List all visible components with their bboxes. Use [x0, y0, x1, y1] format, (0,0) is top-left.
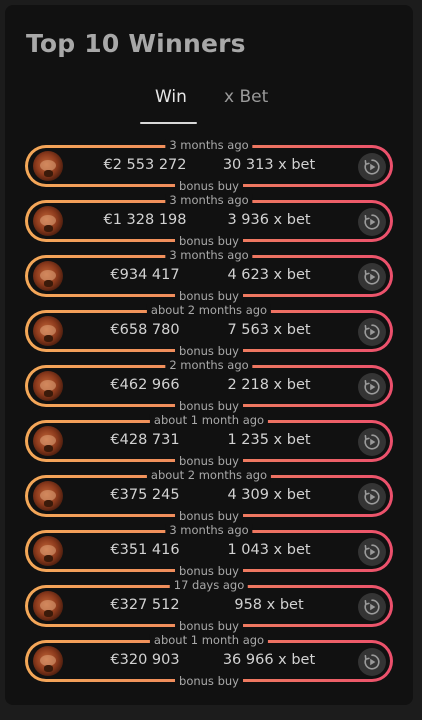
win-type-label: bonus buy: [175, 180, 243, 193]
win-type-label: bonus buy: [175, 565, 243, 578]
win-amount: €327 512: [110, 597, 180, 613]
replay-button[interactable]: [358, 263, 386, 291]
bet-multiplier: 3 936 x bet: [227, 212, 311, 228]
win-amount: €462 966: [110, 377, 180, 393]
win-amount: €1 328 198: [103, 212, 187, 228]
winner-row[interactable]: €351 416 1 043 x bet 3 months ago bonus …: [25, 524, 393, 578]
win-time: about 1 month ago: [149, 634, 269, 647]
replay-play-icon: [364, 159, 380, 175]
win-amount: €351 416: [110, 542, 180, 558]
winner-row[interactable]: €658 780 7 563 x bet about 2 months ago …: [25, 304, 393, 358]
winner-row[interactable]: €320 903 36 966 x bet about 1 month ago …: [25, 634, 393, 688]
win-time: about 2 months ago: [146, 304, 272, 317]
win-time: 17 days ago: [169, 579, 249, 592]
replay-play-icon: [364, 654, 380, 670]
win-time: 3 months ago: [165, 139, 253, 152]
winner-row[interactable]: €428 731 1 235 x bet about 1 month ago b…: [25, 414, 393, 468]
win-time: about 2 months ago: [146, 469, 272, 482]
win-amount: €428 731: [110, 432, 180, 448]
bet-multiplier: 7 563 x bet: [227, 322, 311, 338]
bet-multiplier: 4 623 x bet: [227, 267, 311, 283]
winner-row[interactable]: €462 966 2 218 x bet 2 months ago bonus …: [25, 359, 393, 413]
replay-play-icon: [364, 324, 380, 340]
game-thumbnail-icon: [33, 261, 63, 291]
win-type-label: bonus buy: [175, 675, 243, 688]
replay-button[interactable]: [358, 318, 386, 346]
replay-button[interactable]: [358, 593, 386, 621]
win-time: 3 months ago: [165, 524, 253, 537]
replay-play-icon: [364, 489, 380, 505]
win-time: 3 months ago: [165, 194, 253, 207]
top-winners-panel: Top 10 Winners Win x Bet €2 553 272 30 3…: [5, 5, 413, 705]
winner-row[interactable]: €934 417 4 623 x bet 3 months ago bonus …: [25, 249, 393, 303]
replay-button[interactable]: [358, 208, 386, 236]
game-thumbnail-icon: [33, 481, 63, 511]
win-type-label: bonus buy: [175, 400, 243, 413]
replay-button[interactable]: [358, 648, 386, 676]
game-thumbnail-icon: [33, 316, 63, 346]
game-thumbnail-icon: [33, 151, 63, 181]
win-amount: €375 245: [110, 487, 180, 503]
win-type-label: bonus buy: [175, 455, 243, 468]
win-amount: €2 553 272: [103, 157, 187, 173]
win-amount: €320 903: [110, 652, 180, 668]
bet-multiplier: 2 218 x bet: [227, 377, 311, 393]
replay-button[interactable]: [358, 483, 386, 511]
win-time: about 1 month ago: [149, 414, 269, 427]
replay-button[interactable]: [358, 153, 386, 181]
bet-multiplier: 1 235 x bet: [227, 432, 311, 448]
bet-multiplier: 30 313 x bet: [222, 157, 316, 173]
tab-win[interactable]: Win: [155, 87, 187, 107]
replay-button[interactable]: [358, 538, 386, 566]
bet-multiplier: 1 043 x bet: [227, 542, 311, 558]
panel-title: Top 10 Winners: [26, 29, 246, 58]
win-amount: €934 417: [110, 267, 180, 283]
tab-x-bet[interactable]: x Bet: [224, 87, 268, 107]
replay-button[interactable]: [358, 373, 386, 401]
replay-play-icon: [364, 269, 380, 285]
bet-multiplier: 958 x bet: [234, 597, 304, 613]
win-time: 2 months ago: [165, 359, 253, 372]
winner-row[interactable]: €327 512 958 x bet 17 days ago bonus buy: [25, 579, 393, 633]
replay-play-icon: [364, 379, 380, 395]
game-thumbnail-icon: [33, 206, 63, 236]
win-type-label: bonus buy: [175, 510, 243, 523]
game-thumbnail-icon: [33, 591, 63, 621]
replay-play-icon: [364, 599, 380, 615]
game-thumbnail-icon: [33, 536, 63, 566]
win-type-label: bonus buy: [175, 235, 243, 248]
bet-multiplier: 36 966 x bet: [222, 652, 316, 668]
win-time: 3 months ago: [165, 249, 253, 262]
winner-row[interactable]: €375 245 4 309 x bet about 2 months ago …: [25, 469, 393, 523]
replay-play-icon: [364, 214, 380, 230]
game-thumbnail-icon: [33, 426, 63, 456]
winner-row[interactable]: €2 553 272 30 313 x bet 3 months ago bon…: [25, 139, 393, 193]
tab-bar: Win x Bet: [5, 87, 413, 127]
game-thumbnail-icon: [33, 646, 63, 676]
win-type-label: bonus buy: [175, 345, 243, 358]
replay-play-icon: [364, 544, 380, 560]
bet-multiplier: 4 309 x bet: [227, 487, 311, 503]
win-type-label: bonus buy: [175, 620, 243, 633]
replay-button[interactable]: [358, 428, 386, 456]
win-amount: €658 780: [110, 322, 180, 338]
game-thumbnail-icon: [33, 371, 63, 401]
win-type-label: bonus buy: [175, 290, 243, 303]
active-tab-indicator: [140, 122, 197, 124]
replay-play-icon: [364, 434, 380, 450]
winner-row[interactable]: €1 328 198 3 936 x bet 3 months ago bonu…: [25, 194, 393, 248]
